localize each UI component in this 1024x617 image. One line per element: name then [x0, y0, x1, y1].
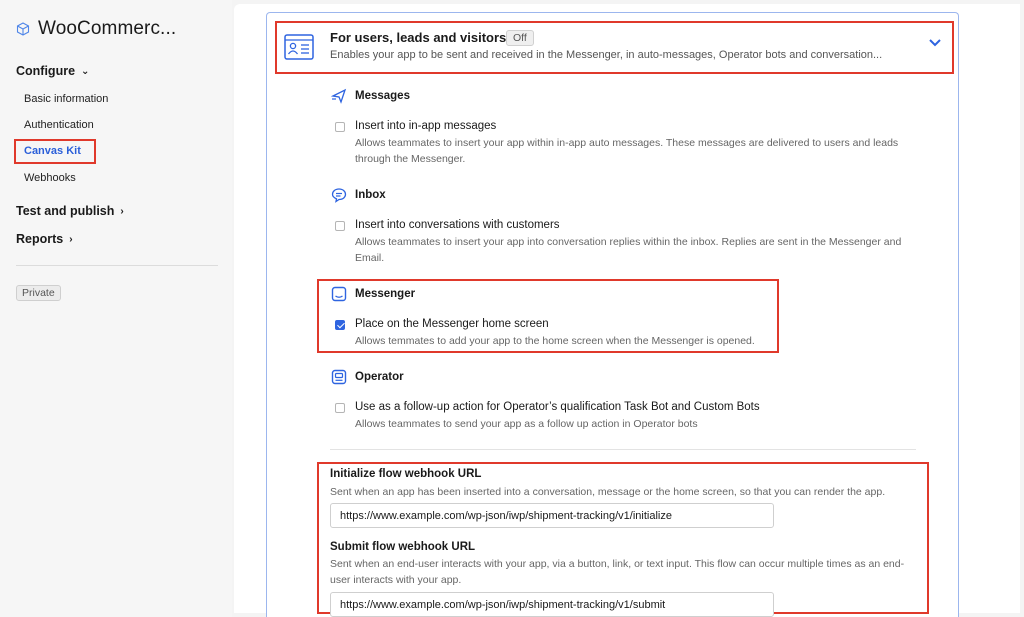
submit-webhook-url-input[interactable] — [330, 592, 774, 617]
nav-group-test-and-publish-label: Test and publish — [16, 204, 115, 218]
group-title-messages: Messages — [355, 90, 410, 102]
nav-group-reports[interactable]: Reports › — [16, 232, 73, 246]
group-title-messenger: Messenger — [355, 288, 416, 300]
cube-icon — [16, 22, 30, 36]
canvas-kit-highlight — [14, 139, 96, 164]
sidebar-item-authentication[interactable]: Authentication — [24, 119, 94, 131]
sidebar-item-webhooks[interactable]: Webhooks — [24, 172, 76, 184]
nav-group-test-and-publish[interactable]: Test and publish › — [16, 204, 124, 218]
messenger-icon — [331, 286, 347, 302]
section-description: Enables your app to be sent and received… — [330, 49, 883, 61]
group-title-operator: Operator — [355, 371, 404, 383]
chevron-down-icon[interactable] — [926, 36, 944, 50]
submit-webhook-desc: Sent when an end-user interacts with you… — [330, 558, 905, 586]
option-label-operator: Use as a follow-up action for Operator’s… — [355, 401, 760, 413]
chevron-down-icon: ⌄ — [81, 65, 90, 77]
status-badge: Off — [506, 30, 534, 46]
option-desc-operator: Allows teammates to send your app as a f… — [355, 418, 698, 430]
operator-icon — [331, 369, 347, 385]
option-desc-conversations: Allows teammates to insert your app into… — [355, 236, 902, 264]
chat-bubble-icon — [331, 188, 347, 203]
option-label-conversations: Insert into conversations with customers — [355, 219, 560, 231]
option-desc-home-screen: Allows temmates to add your app to the h… — [355, 335, 755, 347]
sidebar-item-basic-information[interactable]: Basic information — [24, 93, 108, 105]
option-label-in-app-messages: Insert into in-app messages — [355, 120, 497, 132]
place-on-home-screen-checkbox[interactable] — [335, 320, 345, 330]
initialize-webhook-desc: Sent when an app has been inserted into … — [330, 486, 886, 498]
initialize-webhook-title: Initialize flow webhook URL — [330, 468, 482, 480]
section-header-highlight[interactable] — [275, 21, 954, 74]
section-divider — [330, 449, 916, 450]
user-card-icon — [284, 34, 314, 60]
operator-follow-up-checkbox[interactable] — [335, 403, 345, 413]
submit-webhook-title: Submit flow webhook URL — [330, 541, 476, 553]
section-title: For users, leads and visitors — [330, 30, 507, 45]
chevron-right-icon: › — [69, 233, 73, 245]
group-title-inbox: Inbox — [355, 189, 386, 201]
app-header: WooCommerc... — [16, 18, 176, 40]
sidebar: WooCommerc... Configure ⌄ Basic informat… — [0, 0, 232, 617]
nav-group-configure-label: Configure — [16, 64, 76, 78]
sidebar-divider — [16, 265, 218, 266]
option-label-home-screen: Place on the Messenger home screen — [355, 318, 549, 330]
chevron-right-icon: › — [120, 205, 124, 217]
window-edge — [1020, 0, 1024, 617]
visibility-badge: Private — [16, 285, 61, 301]
insert-in-app-messages-checkbox[interactable] — [335, 122, 345, 132]
insert-conversations-checkbox[interactable] — [335, 221, 345, 231]
nav-group-reports-label: Reports — [16, 232, 64, 246]
paper-plane-icon — [331, 88, 347, 104]
app-title: WooCommerc... — [38, 18, 177, 39]
nav-group-configure[interactable]: Configure ⌄ — [16, 64, 89, 78]
initialize-webhook-url-input[interactable] — [330, 503, 774, 528]
option-desc-in-app-messages: Allows teammates to insert your app with… — [355, 137, 899, 165]
